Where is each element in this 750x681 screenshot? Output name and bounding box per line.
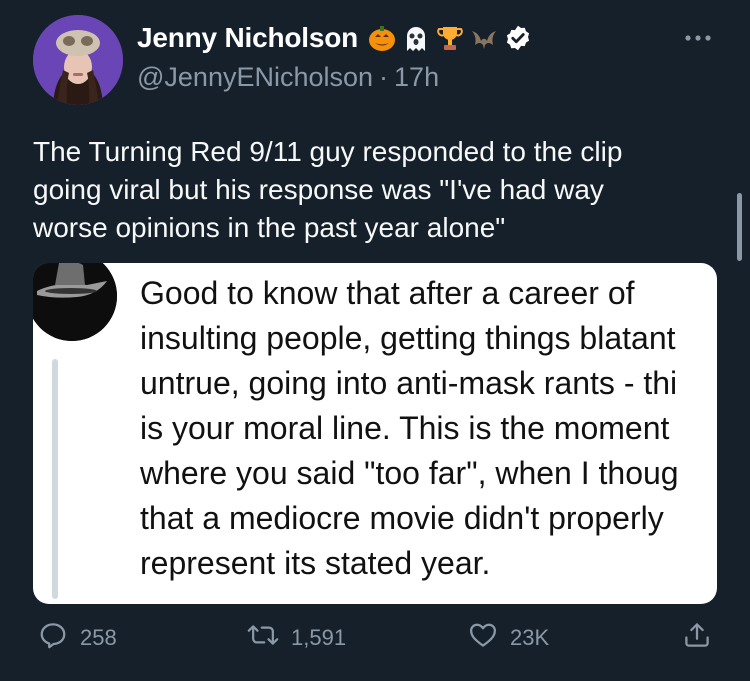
jack-o-lantern-icon (366, 22, 398, 54)
retweet-icon (247, 620, 291, 656)
quoted-text: Good to know that after a career of insu… (140, 271, 717, 586)
trophy-icon (434, 22, 466, 54)
author-handle-row: @JennyENicholson · 17h (137, 62, 439, 93)
attached-image-card[interactable]: Good to know that after a career of insu… (33, 263, 717, 604)
quoted-user-avatar (33, 263, 117, 341)
like-count: 23K (510, 625, 550, 650)
tweet-action-bar: 258 1,591 23K (0, 620, 750, 660)
more-options-icon[interactable] (682, 30, 714, 46)
author-handle[interactable]: @JennyENicholson (137, 62, 373, 92)
thread-connector-line (52, 359, 58, 599)
quoted-line: Good to know that after a career of (140, 275, 635, 311)
tweet-line: worse opinions in the past year alone" (33, 212, 506, 243)
name-emoji-badges (366, 22, 534, 54)
author-name-row: Jenny Nicholson (137, 22, 534, 54)
heart-icon (468, 620, 510, 656)
reply-icon (38, 620, 80, 656)
scrollbar-thumb[interactable] (737, 193, 742, 261)
quoted-line: untrue, going into anti-mask rants - thi (140, 365, 678, 401)
quoted-line: insulting people, getting things blatant (140, 320, 676, 356)
quoted-line: represent its stated year. (140, 545, 491, 581)
tweet-body: The Turning Red 9/11 guy responded to th… (33, 133, 713, 247)
ghost-icon (400, 22, 432, 54)
bat-icon (468, 22, 500, 54)
retweet-button[interactable]: 1,591 (247, 620, 346, 656)
author-avatar[interactable] (33, 15, 123, 105)
like-button[interactable]: 23K (468, 620, 549, 656)
reply-count: 258 (80, 625, 117, 650)
share-icon (682, 620, 724, 656)
tweet-line: going viral but his response was "I've h… (33, 174, 604, 205)
quoted-line: where you said "too far", when I thoug (140, 455, 679, 491)
quoted-line: is your moral line. This is the moment (140, 410, 670, 446)
tweet-time[interactable]: 17h (394, 62, 439, 92)
share-button[interactable] (682, 620, 724, 656)
verified-badge-icon (502, 22, 534, 54)
separator-dot: · (379, 62, 389, 92)
reply-button[interactable]: 258 (38, 620, 117, 656)
tweet-line: The Turning Red 9/11 guy responded to th… (33, 136, 623, 167)
author-name[interactable]: Jenny Nicholson (137, 22, 358, 54)
quoted-line: that a mediocre movie didn't properly (140, 500, 664, 536)
retweet-count: 1,591 (291, 625, 347, 650)
